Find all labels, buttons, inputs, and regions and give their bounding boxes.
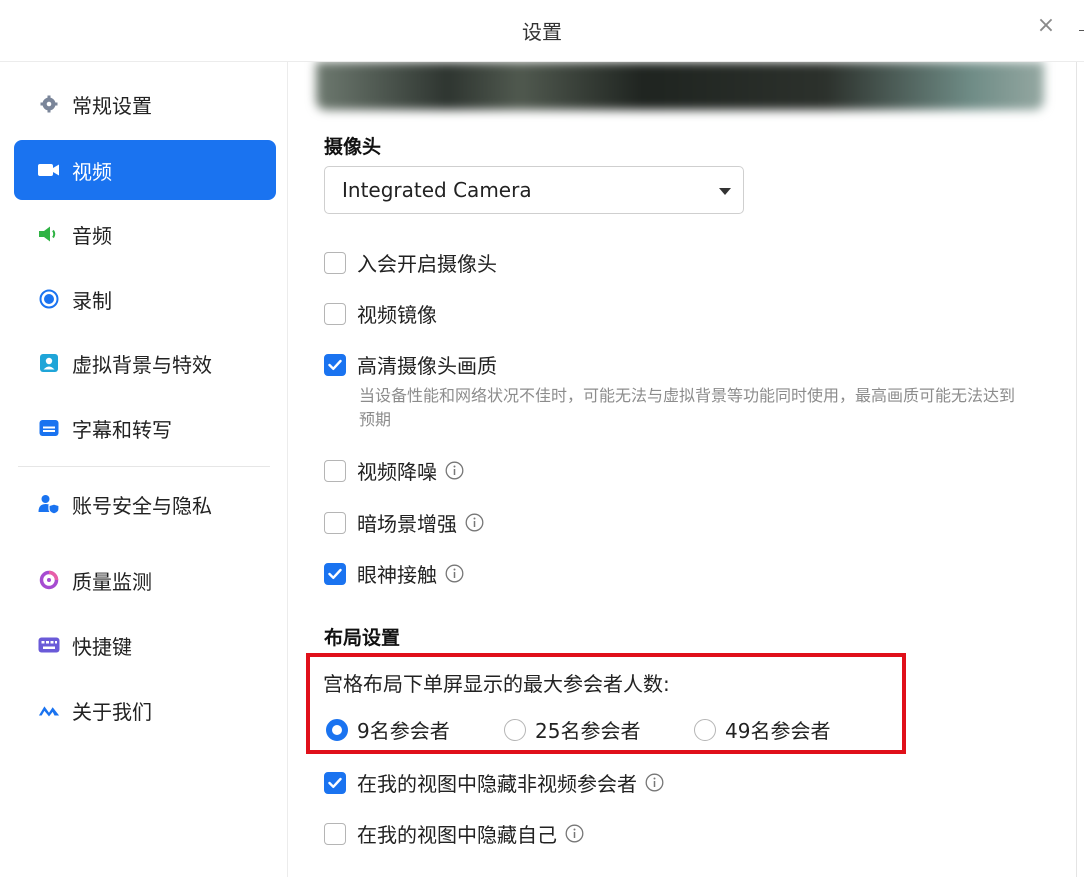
option-camera-on-join[interactable]: 入会开启摄像头 [324, 248, 497, 277]
checkmark-icon [328, 359, 342, 370]
window-title: 设置 [522, 20, 562, 44]
checkbox[interactable] [324, 822, 346, 845]
sidebar-item-audio[interactable]: 音频 [14, 204, 276, 264]
video-settings-panel: 摄像头 Integrated Camera 入会开启摄像头 视频镜像 高清摄像头… [288, 62, 1076, 877]
sidebar-item-label: 虚拟背景与特效 [72, 352, 212, 377]
option-label: 在我的视图中隐藏自己 [357, 823, 557, 847]
radio-button[interactable] [326, 718, 348, 741]
user-shield-icon [38, 493, 60, 515]
checkmark-icon [328, 568, 342, 579]
option-low-light-enhance[interactable]: 暗场景增强 [324, 508, 484, 537]
radio-49-participants[interactable]: 49名参会者 [694, 715, 830, 744]
hd-quality-hint: 当设备性能和网络状况不佳时，可能无法与虚拟背景等功能同时使用，最高画质可能无法达… [359, 386, 1016, 429]
option-label: 视频镜像 [357, 303, 437, 327]
checkbox[interactable] [324, 771, 346, 794]
checkbox[interactable] [324, 459, 346, 482]
speaker-icon [38, 223, 60, 245]
sidebar-item-shortcuts[interactable]: 快捷键 [14, 615, 276, 675]
grid-max-participants-label: 宫格布局下单屏显示的最大参会者人数: [323, 672, 670, 696]
info-icon[interactable] [565, 824, 584, 843]
camera-select-value: Integrated Camera [342, 178, 532, 202]
checkbox[interactable] [324, 302, 346, 325]
option-label: 视频降噪 [357, 460, 437, 484]
camera-preview [316, 62, 1044, 110]
checkmark-icon [328, 777, 342, 788]
radio-button[interactable] [694, 718, 716, 741]
checkbox[interactable] [324, 562, 346, 585]
checkbox[interactable] [324, 511, 346, 534]
sidebar-item-label: 视频 [72, 159, 112, 184]
title-bar: 设置 × [0, 0, 1084, 62]
window-right-border [1076, 62, 1077, 877]
sidebar-divider [18, 466, 270, 467]
gear-icon [38, 93, 60, 115]
option-label: 入会开启摄像头 [357, 252, 497, 276]
chevron-down-icon [719, 188, 731, 195]
option-label: 高清摄像头画质 [357, 354, 497, 378]
radio-button[interactable] [504, 718, 526, 741]
sidebar-item-account-security[interactable]: 账号安全与隐私 [14, 474, 276, 534]
option-label: 暗场景增强 [357, 512, 457, 536]
record-icon [38, 288, 60, 310]
radio-label: 25名参会者 [535, 719, 641, 743]
info-icon[interactable] [645, 773, 664, 792]
sidebar-item-video[interactable]: 视频 [14, 140, 276, 200]
sidebar-item-about[interactable]: 关于我们 [14, 680, 276, 740]
close-icon[interactable]: × [1034, 14, 1058, 38]
option-hide-non-video[interactable]: 在我的视图中隐藏非视频参会者 [324, 768, 664, 797]
window-edge-line [1079, 30, 1084, 31]
subtitles-icon [38, 417, 60, 439]
layout-section-title: 布局设置 [324, 627, 401, 649]
radio-25-participants[interactable]: 25名参会者 [504, 715, 640, 744]
option-hide-self[interactable]: 在我的视图中隐藏自己 [324, 819, 584, 848]
radio-label: 9名参会者 [357, 719, 450, 743]
checkbox[interactable] [324, 251, 346, 274]
option-hd-camera[interactable]: 高清摄像头画质 [324, 350, 497, 379]
settings-sidebar: 常规设置 视频 音频 录制 虚拟背景与特效 字幕和转写 账号安全与隐私 质量监测… [0, 62, 288, 877]
keyboard-icon [38, 634, 60, 656]
sidebar-item-label: 质量监测 [72, 569, 152, 594]
sidebar-item-label: 账号安全与隐私 [72, 493, 212, 518]
sidebar-item-virtual-background[interactable]: 虚拟背景与特效 [14, 333, 276, 393]
radio-9-participants[interactable]: 9名参会者 [326, 715, 450, 744]
video-camera-icon [38, 159, 60, 181]
sidebar-item-label: 录制 [72, 288, 112, 313]
person-portrait-icon [38, 352, 60, 374]
option-label: 在我的视图中隐藏非视频参会者 [357, 772, 637, 796]
sidebar-item-label: 关于我们 [72, 699, 152, 724]
info-icon[interactable] [465, 513, 484, 532]
checkbox[interactable] [324, 353, 346, 376]
sidebar-item-label: 常规设置 [72, 93, 152, 118]
info-icon[interactable] [445, 564, 464, 583]
sidebar-item-recording[interactable]: 录制 [14, 269, 276, 329]
sidebar-item-quality-monitor[interactable]: 质量监测 [14, 550, 276, 610]
camera-select[interactable]: Integrated Camera [324, 166, 744, 214]
camera-section-title: 摄像头 [324, 136, 382, 158]
sidebar-item-general[interactable]: 常规设置 [14, 74, 276, 134]
quality-monitor-icon [38, 569, 60, 591]
sidebar-item-label: 音频 [72, 223, 112, 248]
app-logo-icon [38, 699, 60, 721]
info-icon[interactable] [445, 461, 464, 480]
option-label: 眼神接触 [357, 563, 437, 587]
option-mirror-video[interactable]: 视频镜像 [324, 299, 437, 328]
sidebar-item-subtitles[interactable]: 字幕和转写 [14, 398, 276, 458]
radio-label: 49名参会者 [725, 719, 831, 743]
sidebar-item-label: 快捷键 [72, 634, 132, 659]
option-video-denoise[interactable]: 视频降噪 [324, 456, 464, 485]
sidebar-item-label: 字幕和转写 [72, 417, 172, 442]
option-eye-contact[interactable]: 眼神接触 [324, 559, 464, 588]
